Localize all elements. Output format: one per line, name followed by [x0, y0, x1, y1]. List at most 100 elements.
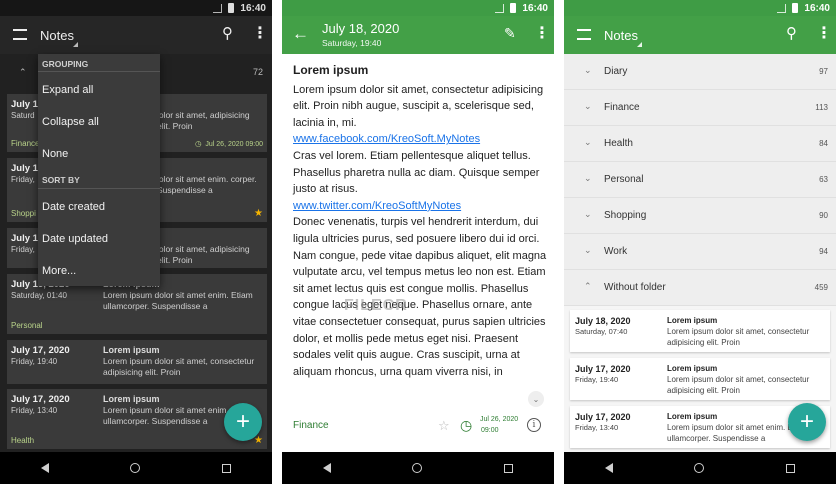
back-nav-icon[interactable]	[40, 463, 49, 473]
reminder-time: 09:00	[481, 427, 499, 434]
folder-label[interactable]: Finance	[293, 420, 329, 431]
star-icon[interactable]: ★	[254, 208, 263, 219]
folder-name: Diary	[604, 66, 628, 77]
folder-row-shopping[interactable]: ⌄ Shopping 90	[564, 198, 836, 234]
note-body: lolor sit amet, adipisicing elit. Proin	[157, 244, 250, 265]
folder-count: 94	[819, 247, 828, 256]
battery-icon	[510, 3, 517, 13]
chevron-up-icon: ⌃	[584, 281, 592, 291]
chevron-up-icon: ⌃	[19, 67, 27, 77]
star-icon[interactable]: ★	[254, 435, 263, 446]
note-paragraph: Cras vel lorem. Etiam pellentesque aliqu…	[293, 149, 540, 196]
app-title[interactable]: Notes	[604, 28, 638, 43]
signal-icon	[495, 3, 505, 13]
note-date: July 17, 2020	[575, 364, 631, 374]
chevron-down-icon: ⌄	[584, 245, 592, 255]
folder-row-personal[interactable]: ⌄ Personal 63	[564, 162, 836, 198]
folder-row-diary[interactable]: ⌄ Diary 97	[564, 54, 836, 90]
app-title[interactable]: Notes	[40, 28, 74, 43]
menu-item-expand-all[interactable]: Expand all	[42, 84, 93, 96]
home-nav-icon[interactable]	[130, 463, 141, 473]
add-note-button[interactable]: +	[224, 403, 262, 441]
folder-name: Shopping	[604, 210, 647, 221]
grouping-section-label: GROUPING	[42, 59, 89, 69]
star-outline-icon[interactable]: ☆	[438, 418, 450, 434]
grouping-sort-menu: GROUPING Expand all Collapse all None SO…	[38, 54, 160, 286]
folder-count: 97	[819, 67, 828, 76]
note-heading: Lorem ipsum	[103, 394, 160, 404]
menu-item-date-updated[interactable]: Date updated	[42, 233, 108, 245]
note-folder: Shoppi	[11, 209, 36, 218]
back-arrow-icon[interactable]: ←	[292, 25, 309, 42]
facebook-link[interactable]: www.facebook.com/KreoSoft.MyNotes	[293, 131, 547, 148]
note-heading: Lorem ipsum	[103, 345, 160, 355]
more-options-icon[interactable]: ⋮	[252, 26, 268, 42]
note-paragraph: Donec venenatis, turpis vel hendrerit in…	[293, 216, 547, 378]
folder-count: 63	[819, 175, 828, 184]
menu-divider	[38, 188, 160, 189]
note-time: Saturday, 01:40	[11, 291, 67, 300]
dropdown-caret-icon	[637, 42, 642, 47]
search-icon[interactable]: ⚲	[222, 26, 233, 41]
watermark: FILECR	[344, 297, 408, 314]
more-options-icon[interactable]: ⋮	[816, 26, 832, 42]
add-note-button[interactable]: +	[788, 403, 826, 441]
note-footer: Finance ☆ ◷ Jul 26, 2020 09:00 i	[282, 408, 554, 444]
twitter-link[interactable]: www.twitter.com/KreoSoftMyNotes	[293, 198, 547, 215]
status-bar: 16:40	[282, 0, 554, 16]
recents-nav-icon[interactable]	[222, 463, 232, 473]
note-body: lolor sit amet enim. corper. Suspendisse…	[157, 174, 257, 195]
note-card[interactable]: July 18, 2020 Saturday, 07:40 Lorem ipsu…	[570, 310, 830, 352]
note-folder: Health	[11, 436, 35, 445]
note-reminder: Jul 26, 2020 09:00	[205, 141, 263, 148]
search-icon[interactable]: ⚲	[786, 26, 797, 41]
note-time: Friday, 19:40	[11, 357, 58, 366]
menu-icon[interactable]	[13, 29, 27, 40]
chevron-down-icon: ⌄	[584, 209, 592, 219]
system-nav-bar	[282, 452, 554, 484]
back-nav-icon[interactable]	[322, 463, 331, 473]
note-time: Friday, 19:40	[575, 375, 619, 384]
folder-count: 90	[819, 211, 828, 220]
home-nav-icon[interactable]	[412, 463, 423, 473]
folder-row-work[interactable]: ⌄ Work 94	[564, 234, 836, 270]
phone-notes-folders: 16:40 Notes ⚲ ⋮ ⌄ Diary 97 ⌄ Finance 113…	[564, 0, 836, 484]
edit-pencil-icon[interactable]: ✎	[504, 26, 516, 40]
status-time: 16:40	[804, 2, 830, 14]
app-bar: Notes ⚲ ⋮	[564, 16, 836, 54]
menu-item-collapse-all[interactable]: Collapse all	[42, 116, 99, 128]
phone-notes-list-dark: 16:40 Notes ⚲ ⋮ ⌃ 72 July 18 Saturd lolo…	[0, 0, 272, 484]
home-nav-icon[interactable]	[694, 463, 705, 473]
dropdown-caret-icon	[73, 42, 78, 47]
menu-item-date-created[interactable]: Date created	[42, 201, 105, 213]
folder-row-finance[interactable]: ⌄ Finance 113	[564, 90, 836, 126]
note-title: Lorem ipsum	[293, 63, 369, 77]
recents-nav-icon[interactable]	[504, 463, 514, 473]
more-options-icon[interactable]: ⋮	[534, 26, 550, 42]
sort-by-section-label: SORT BY	[42, 175, 80, 185]
scroll-down-icon[interactable]: ⌄	[528, 391, 544, 407]
reminder-date: Jul 26, 2020	[480, 416, 519, 423]
folder-row-without-folder[interactable]: ⌃ Without folder 459	[564, 270, 836, 306]
chevron-down-icon: ⌄	[584, 65, 592, 75]
note-card[interactable]: July 17, 2020 Friday, 19:40 Lorem ipsum …	[570, 358, 830, 400]
system-nav-bar	[0, 452, 272, 484]
signal-icon	[777, 3, 787, 13]
app-bar: Notes ⚲ ⋮	[0, 16, 272, 54]
alarm-clock-icon[interactable]: ◷	[460, 417, 472, 434]
status-bar: 16:40	[0, 0, 272, 16]
info-icon[interactable]: i	[527, 418, 541, 432]
recents-nav-icon[interactable]	[786, 463, 796, 473]
note-body: lolor sit amet, adipisicing elit. Proin	[157, 110, 250, 131]
back-nav-icon[interactable]	[604, 463, 613, 473]
folder-count: 84	[819, 139, 828, 148]
menu-item-none[interactable]: None	[42, 148, 68, 160]
note-card[interactable]: July 17, 2020 Friday, 19:40 Lorem ipsum …	[7, 340, 267, 384]
folder-row-health[interactable]: ⌄ Health 84	[564, 126, 836, 162]
menu-icon[interactable]	[577, 29, 591, 40]
note-content[interactable]: Lorem ipsum Lorem ipsum dolor sit amet, …	[293, 62, 547, 380]
menu-item-more[interactable]: More...	[42, 265, 76, 277]
note-time: Saturday, 07:40	[575, 327, 628, 336]
chevron-down-icon: ⌄	[584, 101, 592, 111]
signal-icon	[213, 3, 223, 13]
